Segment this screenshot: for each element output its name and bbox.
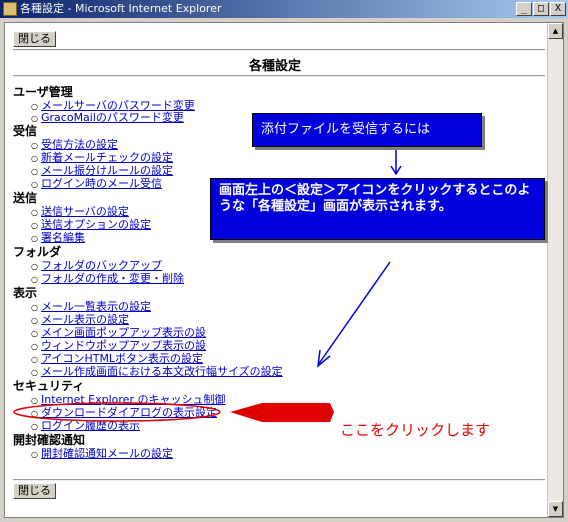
callout-instruction-text: 画面左上の＜設定＞アイコンをクリックするとこのような「各種設定」画面が表示されま… bbox=[219, 183, 531, 214]
title-bar: 各種設定 - Microsoft Internet Explorer _ □ X bbox=[0, 0, 568, 18]
bottom-divider bbox=[13, 479, 545, 481]
callout-attachment: 添付ファイルを受信するには bbox=[252, 113, 482, 147]
bullet-icon: ○ bbox=[31, 275, 38, 284]
bullet-icon: ○ bbox=[31, 180, 38, 189]
page-viewport: 閉じる 各種設定 ユーザ管理 ○ メールサーバのパスワード変更 ○ GracoMailの… bbox=[4, 22, 564, 518]
title-divider bbox=[13, 75, 545, 77]
bullet-icon: ○ bbox=[31, 450, 38, 459]
bullet-icon: ○ bbox=[31, 368, 38, 377]
callout-attachment-text: 添付ファイルを受信するには bbox=[261, 122, 431, 137]
click-hint-text: ここをクリックします bbox=[340, 421, 491, 439]
settings-link-item: ○ フォルダの作成・変更・削除 bbox=[31, 270, 184, 286]
close-window-button[interactable]: X bbox=[550, 2, 566, 16]
bullet-icon: ○ bbox=[31, 234, 38, 243]
bullet-icon: ○ bbox=[31, 422, 38, 431]
settings-link[interactable]: GracoMailのパスワード変更 bbox=[41, 111, 184, 124]
settings-link-item: ○ GracoMailのパスワード変更 bbox=[31, 109, 184, 125]
close-bottom-button[interactable]: 閉じる bbox=[13, 483, 56, 499]
settings-link[interactable]: 開封確認通知メールの設定 bbox=[41, 447, 173, 460]
settings-app-icon bbox=[3, 2, 17, 16]
scroll-down-icon[interactable]: ▼ bbox=[548, 501, 563, 517]
settings-link-item: ○ 開封確認通知メールの設定 bbox=[31, 445, 173, 461]
minimize-button[interactable]: _ bbox=[516, 2, 532, 16]
window-title: 各種設定 - Microsoft Internet Explorer bbox=[20, 2, 222, 15]
page-title: 各種設定 bbox=[248, 59, 301, 74]
top-divider bbox=[13, 49, 545, 51]
settings-link-item: ○ ログイン時のメール受信 bbox=[31, 175, 162, 191]
close-top-button[interactable]: 閉じる bbox=[13, 31, 56, 47]
scroll-up-icon[interactable]: ▲ bbox=[548, 23, 563, 39]
maximize-button[interactable]: □ bbox=[533, 2, 549, 16]
settings-link[interactable]: ログイン時のメール受信 bbox=[41, 177, 162, 190]
vertical-scrollbar[interactable]: ▲ ▼ bbox=[547, 23, 563, 517]
callout-instruction: 画面左上の＜設定＞アイコンをクリックするとこのような「各種設定」画面が表示されま… bbox=[210, 178, 545, 240]
settings-link[interactable]: フォルダの作成・変更・削除 bbox=[41, 272, 184, 285]
